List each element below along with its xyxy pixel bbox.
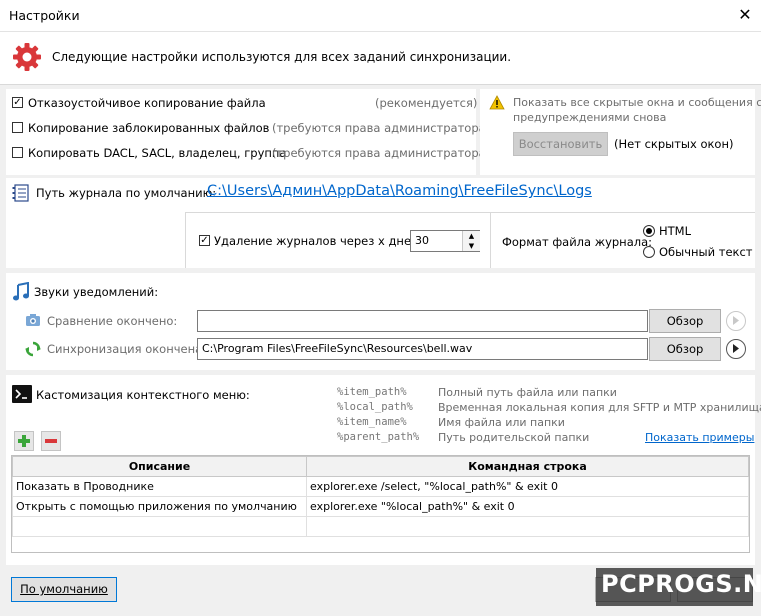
hidden-windows-status: (Нет скрытых окон) [614,137,734,151]
sync-icon [25,341,41,357]
table-row[interactable]: Открыть с помощью приложения по умолчани… [12,496,749,517]
browse-sync-button[interactable]: Обзор [649,337,721,361]
log-divider-top [185,212,755,213]
delete-days-value: 30 [415,234,429,247]
row-description-empty[interactable] [12,516,307,537]
music-note-icon [13,282,29,301]
format-html-label: HTML [659,224,692,238]
option-hint-locked: (требуются права администратора) [272,121,491,135]
delete-logs-label: Удаление журналов через x дней: [214,234,423,248]
log-icon [12,184,29,202]
macro-name-item-path: %item_path% [337,386,407,398]
column-header-description[interactable]: Описание [12,456,307,477]
spin-down-icon[interactable]: ▼ [463,241,480,251]
checkbox-copy-permissions[interactable] [12,147,23,158]
checkbox-failsafe-copy[interactable]: ✓ [12,97,23,108]
row-command[interactable]: explorer.exe /select, "%local_path%" & e… [306,476,749,497]
play-icon [733,344,739,353]
close-button[interactable]: ✕ [734,3,756,27]
sound-sync-value: C:\Program Files\FreeFileSync\Resources\… [202,342,473,355]
sounds-title: Звуки уведомлений: [34,285,159,299]
sound-compare-input[interactable] [197,310,648,332]
add-row-button[interactable] [14,431,34,451]
log-divider-right [490,212,491,268]
days-spinner[interactable]: ▲ ▼ [462,231,480,251]
macro-desc-local-path: Временная локальная копия для SFTP и MTP… [438,401,761,414]
checkbox-locked-files[interactable] [12,122,23,133]
table-row-empty[interactable] [12,516,749,537]
log-divider-left [185,212,186,268]
macro-name-local-path: %local_path% [337,401,413,413]
close-icon: ✕ [738,5,752,24]
window-title: Настройки [9,8,80,23]
header-text: Следующие настройки используются для все… [52,50,512,64]
macro-name-parent-path: %parent_path% [337,431,420,443]
option-label-permissions: Копировать DACL, SACL, владелец, группа [28,146,287,160]
macro-name-item-name: %item_name% [337,416,407,428]
play-icon [733,316,739,325]
table-header-row: Описание Командная строка [12,456,749,477]
macro-desc-item-path: Полный путь файла или папки [438,386,617,399]
row-description[interactable]: Открыть с помощью приложения по умолчани… [12,496,307,517]
remove-row-button[interactable] [41,431,61,451]
play-compare-button[interactable] [726,311,746,331]
context-menu-table: Описание Командная строка Показать в Про… [11,455,750,553]
show-examples-link[interactable]: Показать примеры [645,431,754,444]
sound-sync-input[interactable]: C:\Program Files\FreeFileSync\Resources\… [197,338,648,360]
macro-desc-parent-path: Путь родительской папки [438,431,590,444]
option-hint-permissions: (требуются права администратора) [272,146,491,160]
gear-icon [13,43,41,71]
log-path-label: Путь журнала по умолчанию: [36,186,217,200]
default-button-label: По умолчанию [20,582,108,596]
watermark-text: PCPROGS.NET [601,570,761,598]
hidden-windows-text-1: Показать все скрытые окна и сообщения с [513,96,761,109]
title-bar [0,0,761,32]
row-command-empty[interactable] [306,516,749,537]
checkbox-delete-logs[interactable]: ✓ [199,235,210,246]
macro-desc-item-name: Имя файла или папки [438,416,565,429]
add-icon [18,435,30,447]
sound-sync-label: Синхронизация окончена: [47,342,207,356]
log-format-label: Формат файла журнала: [502,235,653,249]
table-row[interactable]: Показать в Проводнике explorer.exe /sele… [12,476,749,497]
log-path-link[interactable]: C:\Users\Админ\AppData\Roaming\FreeFileS… [207,183,592,199]
option-label-locked: Копирование заблокированных файлов [28,121,270,135]
spin-up-icon[interactable]: ▲ [463,231,480,241]
camera-icon [26,314,40,326]
option-label-failsafe: Отказоустойчивое копирование файла [28,96,266,110]
radio-format-html[interactable] [643,225,655,237]
terminal-icon [12,385,32,403]
column-header-command[interactable]: Командная строка [306,456,749,477]
format-text-label: Обычный текст [659,245,753,259]
play-sync-button[interactable] [726,339,746,359]
row-description[interactable]: Показать в Проводнике [12,476,307,497]
row-command[interactable]: explorer.exe "%local_path%" & exit 0 [306,496,749,517]
hidden-windows-text-2: предупреждениями снова [513,111,667,124]
remove-icon [45,439,57,443]
browse-compare-button[interactable]: Обзор [649,309,721,333]
restore-button[interactable]: Восстановить [513,132,608,156]
context-menu-title: Кастомизация контекстного меню: [36,388,250,402]
default-button[interactable]: По умолчанию [11,577,117,602]
warning-icon [489,95,505,110]
sound-compare-label: Сравнение окончено: [47,314,178,328]
radio-format-text[interactable] [643,246,655,258]
option-hint-failsafe: (рекомендуется) [375,96,478,110]
